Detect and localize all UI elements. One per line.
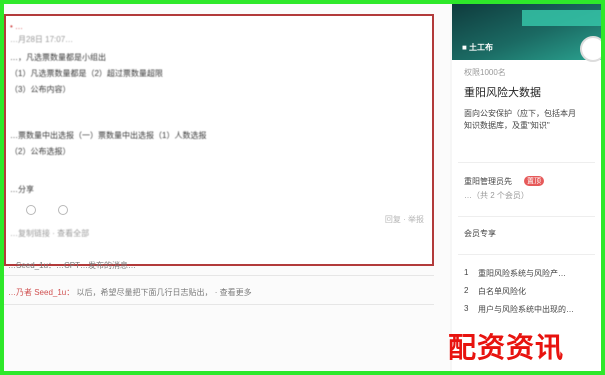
group-banner: ■ 土工布	[452, 4, 601, 60]
banner-label: ■ 土工布	[462, 43, 494, 52]
comment-icon[interactable]	[58, 205, 68, 215]
post-line: （1）凡选票数量都是（2）超过票数量超限	[10, 69, 163, 78]
post-timestamp: …月28日 17:07…	[10, 35, 74, 44]
list-number: 2	[464, 286, 469, 295]
page: • … …月28日 17:07… …，凡选票数量都是小组出 （1）凡选票数量都是…	[4, 4, 601, 371]
divider	[4, 275, 434, 276]
post-panel: • … …月28日 17:07… …，凡选票数量都是小组出 （1）凡选票数量都是…	[4, 4, 450, 371]
post-actions[interactable]: …复制链接 · 查看全部	[10, 228, 89, 239]
banner-graphic	[522, 10, 601, 26]
section-title: 会员专享	[464, 229, 496, 238]
divider	[4, 304, 434, 305]
share-label[interactable]: …分享	[10, 184, 34, 195]
avatar[interactable]	[580, 36, 601, 62]
sidebar: ■ 土工布 权限1000名 重阳风险大数据 面向公安保护（应下，包括本月 知识数…	[452, 4, 601, 371]
divider	[458, 162, 595, 163]
reply-link[interactable]: 回复 · 举报	[385, 214, 424, 225]
highlighted-post: • … …月28日 17:07… …，凡选票数量都是小组出 （1）凡选票数量都是…	[4, 14, 434, 266]
comment-text: 以后，希望尽量把下面几行日志贴出， · 查看更多	[76, 288, 252, 297]
list-number: 3	[464, 304, 469, 313]
comment-text: …Seed_1u：…CPT…发布的消息…	[8, 261, 137, 270]
group-description: 面向公安保护（应下，包括本月	[464, 109, 576, 118]
owner-subtitle: …（共 2 个会员）	[464, 191, 529, 200]
comment: …Seed_1u：…CPT…发布的消息…	[8, 260, 136, 271]
screenshot-frame: • … …月28日 17:07… …，凡选票数量都是小组出 （1）凡选票数量都是…	[0, 0, 605, 375]
comment-author[interactable]: …乃者 Seed_1u：	[8, 288, 74, 297]
divider	[458, 216, 595, 217]
group-subtitle: 权限1000名	[464, 68, 506, 77]
comment: …乃者 Seed_1u： 以后，希望尽量把下面几行日志贴出， · 查看更多	[8, 287, 252, 298]
group-description: 知识数据库，及重"知识"	[464, 121, 550, 130]
like-icon[interactable]	[26, 205, 36, 215]
watermark-text: 配资资讯	[448, 331, 565, 364]
list-number: 1	[464, 268, 469, 277]
list-item[interactable]: 用户与风险系统中出现的…	[478, 304, 574, 315]
divider	[458, 254, 595, 255]
post-line: …，凡选票数量都是小组出	[10, 53, 106, 62]
post-line: （3）公布内容）	[10, 85, 71, 94]
post-line: （2）公布选报）	[10, 147, 71, 156]
post-line: …票数量中出选报（一）票数量中出选报（1）人数选报	[10, 131, 207, 140]
owner-badge: 置顶	[524, 176, 544, 186]
post-author: • …	[10, 22, 24, 31]
list-item[interactable]: 重阳风险系统与风险产…	[478, 268, 566, 279]
group-owner[interactable]: 重阳管理员先	[464, 176, 512, 187]
list-item[interactable]: 白名单风险化	[478, 286, 526, 297]
group-title[interactable]: 重阳风险大数据	[464, 84, 541, 100]
